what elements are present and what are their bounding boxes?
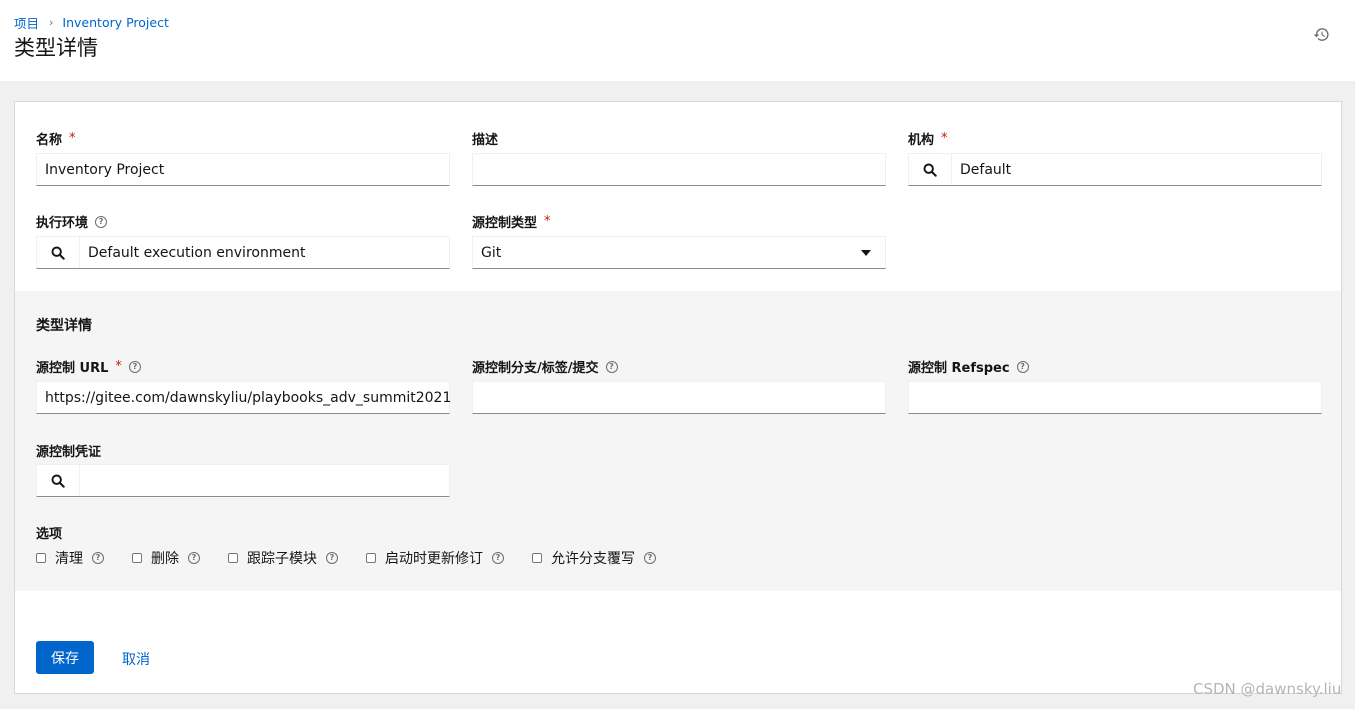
save-button[interactable]: 保存 (36, 641, 94, 674)
options-row: 清理 ? 删除 ? 跟踪子模块 ? 启动时更新修订 ? 允许分支覆写 ? (36, 548, 684, 568)
required-mark: * (115, 359, 122, 374)
organization-lookup: Default (908, 153, 1322, 186)
help-icon[interactable]: ? (188, 552, 200, 564)
execution-environment-search-button[interactable] (37, 237, 80, 268)
organization-search-button[interactable] (909, 154, 952, 185)
required-mark: * (941, 131, 948, 146)
help-icon[interactable]: ? (492, 552, 504, 564)
option-label: 删除 (151, 551, 179, 567)
option-delete: 删除 ? (132, 548, 200, 568)
scm-branch-label: 源控制分支/标签/提交? (472, 357, 618, 376)
update-on-launch-checkbox[interactable] (366, 553, 376, 563)
page-title: 类型详情 (14, 36, 98, 60)
cancel-button[interactable]: 取消 (122, 649, 150, 669)
options-label: 选项 (36, 527, 63, 542)
scm-refspec-label: 源控制 Refspec? (908, 357, 1029, 376)
option-label: 启动时更新修订 (385, 551, 483, 567)
scm-type-selected-value: Git (481, 244, 502, 261)
breadcrumb-projects-link[interactable]: 项目 (14, 13, 39, 32)
execution-environment-input[interactable]: Default execution environment (80, 237, 449, 268)
option-update-on-launch: 启动时更新修订 ? (366, 548, 504, 568)
organization-input[interactable]: Default (952, 154, 1321, 185)
option-allow-branch-override: 允许分支覆写 ? (532, 548, 656, 568)
caret-down-icon (861, 249, 871, 256)
scm-credential-input[interactable] (80, 465, 449, 496)
watermark: CSDN @dawnsky.liu (1193, 680, 1342, 698)
scm-credential-lookup (36, 464, 450, 497)
subform-title: 类型详情 (36, 318, 92, 334)
help-icon[interactable]: ? (326, 552, 338, 564)
delete-checkbox[interactable] (132, 553, 142, 563)
allow-branch-override-checkbox[interactable] (532, 553, 542, 563)
scm-refspec-input[interactable] (908, 381, 1322, 414)
help-icon[interactable]: ? (644, 552, 656, 564)
name-label: 名称 * (36, 131, 76, 148)
help-icon[interactable]: ? (128, 360, 141, 373)
scm-credential-label: 源控制凭证 (36, 445, 102, 460)
scm-type-select[interactable]: Git (472, 236, 886, 269)
search-icon (923, 163, 937, 177)
execution-environment-lookup: Default execution environment (36, 236, 450, 269)
clean-checkbox[interactable] (36, 553, 46, 563)
scm-url-label: 源控制 URL *? (36, 357, 141, 376)
option-clean: 清理 ? (36, 548, 104, 568)
required-mark: * (69, 131, 76, 146)
option-track-submodules: 跟踪子模块 ? (228, 548, 338, 568)
name-input[interactable]: Inventory Project (36, 153, 450, 186)
organization-label: 机构 * (908, 131, 948, 148)
search-icon (51, 474, 65, 488)
breadcrumb: 项目 › Inventory Project (14, 13, 169, 32)
scm-type-label: 源控制类型 * (472, 214, 551, 231)
scm-url-input[interactable]: https://gitee.com/dawnskyliu/playbooks_a… (36, 381, 451, 414)
chevron-right-icon: › (49, 16, 54, 29)
help-icon[interactable]: ? (1016, 360, 1029, 373)
help-icon[interactable]: ? (605, 360, 618, 373)
page-header: 项目 › Inventory Project 类型详情 (0, 0, 1355, 81)
option-label: 清理 (55, 551, 83, 567)
help-icon[interactable]: ? (95, 215, 108, 228)
description-label: 描述 (472, 133, 499, 148)
history-icon[interactable] (1313, 26, 1330, 43)
help-icon[interactable]: ? (92, 552, 104, 564)
option-label: 允许分支覆写 (551, 551, 635, 567)
description-input[interactable] (472, 153, 886, 186)
project-form-card: 名称 * Inventory Project 描述 机构 * Default 执行环… (14, 101, 1342, 694)
search-icon (51, 246, 65, 260)
execution-environment-label: 执行环境? (36, 212, 108, 231)
type-details-subform: 类型详情 源控制 URL *? https://gitee.com/dawnsky… (15, 291, 1341, 591)
option-label: 跟踪子模块 (247, 551, 317, 567)
track-submodules-checkbox[interactable] (228, 553, 238, 563)
breadcrumb-current-link[interactable]: Inventory Project (62, 15, 168, 30)
required-mark: * (544, 214, 551, 229)
scm-credential-search-button[interactable] (37, 465, 80, 496)
scm-branch-input[interactable] (472, 381, 886, 414)
